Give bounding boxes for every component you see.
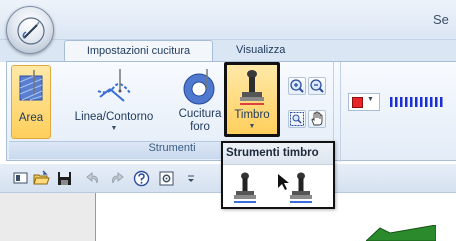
hole-stitch-label-2: foro [190, 121, 210, 133]
zoom-fit-icon [290, 112, 304, 126]
stamp-label: Timbro [234, 109, 270, 121]
area-label: Area [18, 112, 44, 124]
zoom-in-button[interactable] [288, 77, 306, 95]
line-contour-button[interactable]: Linea/Contorno ▼ [67, 65, 161, 139]
stamp-tools-popup: Strumenti timbro [221, 141, 335, 209]
zoom-fit-button[interactable] [288, 110, 306, 128]
hand-pan-button[interactable] [308, 110, 326, 128]
area-icon [19, 70, 43, 101]
open-folder-icon[interactable] [33, 170, 50, 187]
zoom-in-icon [290, 79, 304, 93]
zoom-out-button[interactable] [308, 77, 326, 95]
line-contour-label: Linea/Contorno [74, 111, 154, 123]
tab-visualizza[interactable]: Visualizza [226, 40, 295, 62]
hole-stitch-button[interactable]: Cucitura foro [175, 65, 225, 139]
app-menu-button[interactable] [6, 6, 54, 54]
hole-stitch-icon [183, 69, 215, 105]
stamp-tool-button[interactable] [228, 171, 262, 205]
title-bar: Se [0, 0, 456, 40]
qat-customize-icon[interactable] [186, 170, 196, 187]
line-dropdown-arrow[interactable]: ▼ [67, 124, 161, 133]
stamp-dropdown-arrow[interactable]: ▼ [227, 122, 277, 131]
display-icon[interactable] [12, 170, 29, 187]
area-button[interactable]: Area [11, 65, 51, 139]
embroidery-shape [366, 225, 436, 241]
popup-title: Strumenti timbro [223, 143, 333, 165]
zoom-out-icon [310, 79, 324, 93]
stamp-icon [240, 70, 264, 105]
ribbon-tabs: Impostazioni cucitura Visualizza [0, 40, 456, 62]
save-icon[interactable] [56, 170, 73, 187]
window-title: Se [433, 12, 449, 27]
settings-icon[interactable] [158, 170, 175, 187]
hand-pan-icon [311, 111, 323, 126]
stamp-select-icon [278, 172, 312, 203]
hole-stitch-label-1: Cucitura [178, 108, 222, 120]
ribbon-divider [340, 62, 341, 162]
group-label-strumenti: Strumenti [148, 142, 196, 154]
tab-impostazioni-cucitura[interactable]: Impostazioni cucitura [64, 40, 213, 62]
side-panel [0, 193, 96, 241]
color-dropdown-arrow: ▼ [367, 96, 374, 103]
color-picker[interactable]: ▼ [348, 93, 380, 111]
stitch-type-selector[interactable] [388, 95, 448, 109]
app-menu-icon [17, 17, 45, 45]
stitch-type-icon [390, 97, 443, 107]
color-swatch-icon [352, 97, 363, 108]
stamp-button[interactable]: Timbro ▼ [224, 62, 280, 137]
undo-icon[interactable] [85, 170, 102, 187]
help-icon[interactable] [133, 170, 150, 187]
redo-icon[interactable] [108, 170, 125, 187]
stamp-select-button[interactable] [275, 171, 312, 205]
line-contour-icon [97, 69, 131, 102]
stamp-tool-icon [234, 172, 256, 203]
